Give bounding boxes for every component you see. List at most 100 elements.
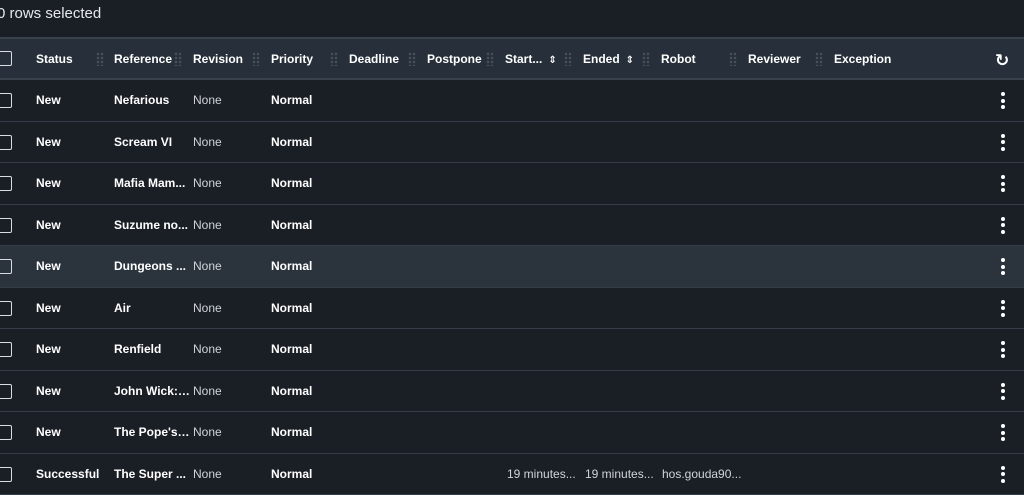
revision-cell: None <box>193 467 222 481</box>
column-started[interactable]: Start... ⇕ <box>505 52 557 66</box>
table-row[interactable]: New Dungeons ... None Normal <box>0 246 1024 288</box>
priority-cell: Normal <box>271 93 312 107</box>
column-resize-handle[interactable] <box>174 52 182 66</box>
row-checkbox[interactable] <box>0 384 12 399</box>
reference-cell: Renfield <box>114 342 190 356</box>
status-cell: Successful <box>36 467 110 481</box>
column-resize-handle[interactable] <box>96 52 104 66</box>
more-options-icon[interactable] <box>1000 466 1006 484</box>
reference-cell: John Wick: ... <box>114 384 190 398</box>
table-row[interactable]: New Mafia Mam... None Normal <box>0 163 1024 205</box>
revision-cell: None <box>193 93 222 107</box>
status-cell: New <box>36 425 110 439</box>
table-row[interactable]: New Air None Normal <box>0 288 1024 330</box>
row-checkbox[interactable] <box>0 342 12 357</box>
status-cell: New <box>36 93 110 107</box>
column-resize-handle[interactable] <box>815 52 823 66</box>
priority-cell: Normal <box>271 218 312 232</box>
started-cell: 19 minutes... <box>507 467 583 481</box>
status-cell: New <box>36 301 110 315</box>
more-options-icon[interactable] <box>1000 424 1006 442</box>
row-checkbox[interactable] <box>0 467 12 482</box>
status-cell: New <box>36 342 110 356</box>
row-checkbox[interactable] <box>0 93 12 108</box>
column-deadline[interactable]: Deadline <box>349 52 399 66</box>
status-cell: New <box>36 135 110 149</box>
reference-cell: Nefarious <box>114 93 190 107</box>
revision-cell: None <box>193 425 222 439</box>
reference-cell: Air <box>114 301 190 315</box>
column-revision[interactable]: Revision <box>193 52 243 66</box>
column-resize-handle[interactable] <box>408 52 416 66</box>
revision-cell: None <box>193 384 222 398</box>
reference-cell: Mafia Mam... <box>114 176 190 190</box>
column-status[interactable]: Status <box>36 52 73 66</box>
column-postpone[interactable]: Postpone <box>427 52 482 66</box>
column-resize-handle[interactable] <box>252 52 260 66</box>
refresh-icon[interactable]: ↻ <box>995 51 1009 71</box>
table-row[interactable]: New Scream VI None Normal <box>0 122 1024 164</box>
column-resize-handle[interactable] <box>729 52 737 66</box>
revision-cell: None <box>193 342 222 356</box>
column-resize-handle[interactable] <box>486 52 494 66</box>
row-checkbox[interactable] <box>0 176 12 191</box>
robot-cell: hos.gouda90... <box>662 467 746 481</box>
reference-cell: Suzume no... <box>114 218 190 232</box>
more-options-icon[interactable] <box>1000 92 1006 110</box>
more-options-icon[interactable] <box>1000 258 1006 276</box>
column-robot[interactable]: Robot <box>661 52 696 66</box>
reference-cell: The Super ... <box>114 467 190 481</box>
reference-cell: Dungeons ... <box>114 259 190 273</box>
table-row[interactable]: New The Pope's ... None Normal <box>0 412 1024 454</box>
priority-cell: Normal <box>271 301 312 315</box>
priority-cell: Normal <box>271 467 312 481</box>
table-row[interactable]: New Renfield None Normal <box>0 329 1024 371</box>
table-row[interactable]: New John Wick: ... None Normal <box>0 371 1024 413</box>
row-checkbox[interactable] <box>0 218 12 233</box>
column-started-label: Start... <box>505 52 542 66</box>
priority-cell: Normal <box>271 135 312 149</box>
more-options-icon[interactable] <box>1000 134 1006 152</box>
revision-cell: None <box>193 176 222 190</box>
status-cell: New <box>36 218 110 232</box>
ended-cell: 19 minutes... <box>585 467 661 481</box>
row-checkbox[interactable] <box>0 135 12 150</box>
row-checkbox[interactable] <box>0 425 12 440</box>
sort-icon[interactable]: ⇕ <box>626 55 634 66</box>
more-options-icon[interactable] <box>1000 341 1006 359</box>
column-resize-handle[interactable] <box>330 52 338 66</box>
column-resize-handle[interactable] <box>564 52 572 66</box>
column-ended-label: Ended <box>583 52 620 66</box>
table-row[interactable]: New Nefarious None Normal <box>0 80 1024 122</box>
sort-icon[interactable]: ⇕ <box>548 55 556 66</box>
table-row[interactable]: Successful The Super ... None Normal 19 … <box>0 454 1024 495</box>
more-options-icon[interactable] <box>1000 217 1006 235</box>
reference-cell: The Pope's ... <box>114 425 190 439</box>
row-checkbox[interactable] <box>0 301 12 316</box>
column-reviewer[interactable]: Reviewer <box>748 52 801 66</box>
revision-cell: None <box>193 259 222 273</box>
priority-cell: Normal <box>271 259 312 273</box>
column-exception[interactable]: Exception <box>834 52 891 66</box>
reference-cell: Scream VI <box>114 135 190 149</box>
revision-cell: None <box>193 135 222 149</box>
column-ended[interactable]: Ended ⇕ <box>583 52 634 66</box>
table-row[interactable]: New Suzume no... None Normal <box>0 205 1024 247</box>
priority-cell: Normal <box>271 176 312 190</box>
column-reference[interactable]: Reference <box>114 52 172 66</box>
status-cell: New <box>36 259 110 273</box>
row-checkbox[interactable] <box>0 259 12 274</box>
select-all-checkbox[interactable] <box>0 51 12 66</box>
column-priority[interactable]: Priority <box>271 52 313 66</box>
more-options-icon[interactable] <box>1000 300 1006 318</box>
status-cell: New <box>36 384 110 398</box>
status-cell: New <box>36 176 110 190</box>
revision-cell: None <box>193 301 222 315</box>
priority-cell: Normal <box>271 384 312 398</box>
column-resize-handle[interactable] <box>642 52 650 66</box>
more-options-icon[interactable] <box>1000 175 1006 193</box>
more-options-icon[interactable] <box>1000 383 1006 401</box>
table-header: Status Reference Revision Priority Deadl… <box>0 37 1024 80</box>
revision-cell: None <box>193 218 222 232</box>
priority-cell: Normal <box>271 342 312 356</box>
